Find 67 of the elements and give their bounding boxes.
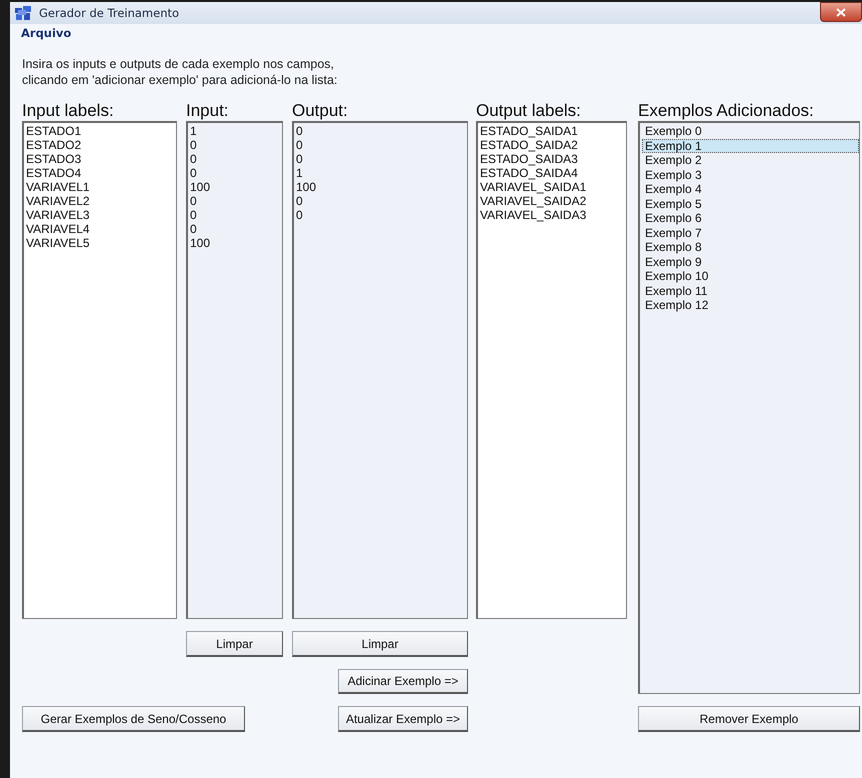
field-line: 0	[190, 208, 198, 222]
field-line: 100	[190, 236, 212, 250]
list-item[interactable]: Exemplo 3	[642, 168, 859, 182]
close-icon	[836, 8, 846, 16]
field-line: 0	[190, 166, 198, 180]
field-line: 0	[296, 194, 304, 208]
list-item[interactable]: Exemplo 6	[642, 211, 859, 226]
field-line: 1	[190, 124, 198, 138]
update-example-button[interactable]: Atualizar Exemplo =>	[338, 706, 468, 732]
field-line: VARIAVEL_SAIDA1	[480, 180, 588, 194]
field-line: 0	[296, 152, 304, 166]
column-header: Input labels:	[22, 101, 115, 121]
field-line: 100	[190, 180, 212, 194]
app-icon	[15, 6, 31, 20]
field-line: VARIAVEL1	[26, 180, 91, 194]
column-header: Exemplos Adicionados:	[638, 101, 815, 121]
close-button[interactable]	[820, 2, 862, 22]
field-line: ESTADO_SAIDA2	[480, 138, 579, 152]
clear-output-button[interactable]: Limpar	[292, 631, 468, 657]
list-item[interactable]: Exemplo 11	[642, 284, 859, 298]
field-line: VARIAVEL4	[26, 222, 91, 236]
examples-list[interactable]: Exemplo 0 Exemplo 1 Exemplo 2 Exemplo 3 Exemplo 4 Exemplo 5 Exemplo 6 Exemplo 7 Exemplo 8 Exemplo 9 Exemplo 10 Exemplo 11 Exemplo 12	[638, 121, 860, 694]
field-line: 0	[190, 152, 198, 166]
field-line: ESTADO1	[26, 124, 82, 138]
field-line: VARIAVEL_SAIDA2	[480, 194, 588, 208]
input-field[interactable]: 1 0 0 0 100 0 0 0 100	[186, 121, 283, 619]
list-item[interactable]: Exemplo 0	[642, 124, 859, 138]
list-item[interactable]: Exemplo 10	[642, 269, 859, 284]
add-example-button[interactable]: Adicinar Exemplo =>	[338, 669, 468, 694]
list-item[interactable]: Exemplo 8	[642, 240, 859, 254]
list-item[interactable]: Exemplo 5	[642, 196, 859, 211]
list-item[interactable]: Exemplo 7	[642, 226, 859, 240]
field-line: 0	[190, 222, 198, 236]
list-item[interactable]: Exemplo 1	[642, 138, 859, 153]
field-line: ESTADO4	[26, 166, 82, 180]
field-line: VARIAVEL2	[26, 194, 91, 208]
list-item[interactable]: Exemplo 2	[642, 153, 859, 168]
list-item[interactable]: Exemplo 4	[642, 182, 859, 196]
field-line: ESTADO3	[26, 152, 82, 166]
list-item[interactable]: Exemplo 12	[642, 298, 859, 312]
generate-button[interactable]: Gerar Exemplos de Seno/Cosseno	[22, 706, 245, 732]
field-line: 0	[190, 138, 198, 152]
field-line: ESTADO_SAIDA3	[480, 152, 579, 166]
remove-example-button[interactable]: Remover Exemplo	[638, 706, 860, 732]
field-line: 0	[296, 138, 304, 152]
menu-item[interactable]: Arquivo	[21, 26, 72, 40]
field-line: ESTADO2	[26, 138, 82, 152]
field-line: 0	[190, 194, 198, 208]
output-field[interactable]: 0 0 0 1 100 0 0	[292, 121, 468, 619]
column-header: Output labels:	[476, 101, 582, 121]
instructions-text: Insira os inputs e outputs de cada exemplo nos campos, clicando em 'adicionar exemplo' para adicioná-lo na lista:	[22, 56, 338, 88]
field-line: ESTADO_SAIDA1	[480, 124, 579, 138]
clear-input-button[interactable]: Limpar	[186, 631, 283, 657]
field-line: 100	[296, 180, 318, 194]
window-title: Gerador de Treinamento	[39, 6, 180, 20]
field-line: 1	[296, 166, 304, 180]
field-line: VARIAVEL3	[26, 208, 91, 222]
field-line: ESTADO_SAIDA4	[480, 166, 579, 180]
column-header: Input:	[186, 101, 230, 121]
field-line: 0	[296, 208, 304, 222]
output-labels-field[interactable]: ESTADO_SAIDA1 ESTADO_SAIDA2 ESTADO_SAIDA3 ESTADO_SAIDA4 VARIAVEL_SAIDA1 VARIAVEL_SAIDA2 VARIAVEL_SAIDA3	[476, 121, 627, 619]
field-line: VARIAVEL_SAIDA3	[480, 208, 588, 222]
field-line: VARIAVEL5	[26, 236, 91, 250]
input-labels-field[interactable]: ESTADO1 ESTADO2 ESTADO3 ESTADO4 VARIAVEL1 VARIAVEL2 VARIAVEL3 VARIAVEL4 VARIAVEL5	[22, 121, 177, 619]
column-header: Output:	[292, 101, 349, 121]
field-line: 0	[296, 124, 304, 138]
list-item[interactable]: Exemplo 9	[642, 254, 859, 269]
